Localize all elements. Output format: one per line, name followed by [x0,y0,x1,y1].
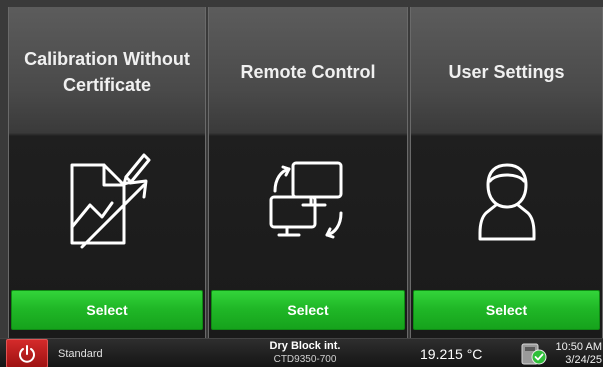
power-icon [19,344,35,363]
tile-user-settings[interactable]: User Settings Select [410,7,603,338]
remote-monitors-icon [269,161,343,239]
select-button[interactable]: Select [413,290,600,330]
time-label: 10:50 AM [555,341,602,353]
mode-label: Standard [58,348,103,360]
device-status-button[interactable] [519,340,549,367]
tile-grid: Calibration Without Certificate Select R… [0,0,603,338]
date-label: 3/24/25 [565,354,602,366]
device-ok-icon [521,343,547,365]
device-info: Dry Block int. CTD9350-700 [250,340,360,366]
document-chart-edit-icon [70,153,151,249]
user-icon [478,163,535,241]
power-button[interactable] [6,339,48,367]
status-bar: Standard Dry Block int. CTD9350-700 19.2… [0,338,603,367]
clock: 10:50 AM 3/24/25 [552,341,602,367]
tile-title: Calibration Without Certificate [24,49,190,95]
select-button[interactable]: Select [11,290,203,330]
device-name: Dry Block int. [269,340,341,352]
select-button[interactable]: Select [211,290,405,330]
tile-title: Remote Control [240,62,376,82]
tile-title: User Settings [448,62,565,82]
tile-remote-control[interactable]: Remote Control Select [208,7,408,338]
tile-calibration[interactable]: Calibration Without Certificate Select [8,7,206,338]
temperature-readout: 19.215 °C [420,346,483,362]
device-model: CTD9350-700 [273,354,337,365]
